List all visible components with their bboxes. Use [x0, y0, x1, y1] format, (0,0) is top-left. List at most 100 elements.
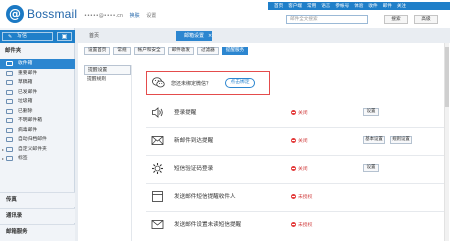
settings-link[interactable]: 设置	[146, 13, 156, 19]
folder-icon	[6, 70, 13, 76]
tab-mail-settings[interactable]: 邮箱设置	[176, 31, 212, 41]
folder-tags[interactable]: ▸ 标签	[0, 154, 75, 164]
brand-logo[interactable]: @ Bossmail	[6, 5, 77, 23]
folder-icon	[6, 137, 13, 142]
wechat-icon	[152, 77, 165, 88]
top-nav-item[interactable]: 关注	[397, 3, 406, 9]
off-icon	[291, 222, 296, 227]
divider	[146, 211, 446, 212]
reminder-left-nav: 提醒设置 提醒规则	[84, 65, 132, 241]
folder-icon	[6, 146, 13, 152]
settings-subtabs: 设置首页 常规 帐户和安全 邮件收发 过滤器 提醒服务	[84, 47, 249, 55]
compose-label: 写信	[17, 33, 28, 39]
close-tab-icon[interactable]: ×	[208, 31, 212, 41]
reminder-row-new-mail: 新邮件到达提醒 关闭 基本设置 规则设置	[146, 129, 446, 153]
status-badge: 关闭	[291, 165, 308, 172]
scrollbar-thumb[interactable]	[445, 47, 449, 107]
bind-wechat-button[interactable]: 点击绑定	[225, 78, 255, 88]
advanced-search-button[interactable]: 高级	[414, 15, 438, 24]
status-text: 关闭	[298, 167, 308, 172]
off-icon	[291, 110, 296, 115]
basic-settings-button[interactable]: 基本设置	[363, 136, 385, 144]
subtab-filters[interactable]: 过滤器	[196, 47, 219, 55]
rule-settings-button[interactable]: 规则设置	[390, 136, 412, 144]
folder-sent[interactable]: 已发邮件	[0, 88, 75, 98]
top-nav-item[interactable]: 收件	[368, 3, 377, 9]
folder-label: 已发邮件	[18, 89, 38, 95]
folder-important[interactable]: 重要邮件	[0, 69, 75, 79]
tab-home[interactable]: 首页	[76, 31, 112, 41]
folder-label: 自动归档邮件	[18, 137, 47, 142]
folder-drafts[interactable]: 草稿箱	[0, 78, 75, 88]
folder-label: 标签	[18, 156, 28, 161]
status-badge: 未授权	[291, 193, 312, 200]
folder-icon	[6, 127, 13, 133]
nav-reminder-rules[interactable]: 提醒规则	[84, 75, 131, 85]
top-nav-item[interactable]: 体验	[354, 3, 363, 9]
top-nav-item[interactable]: 参帐号	[335, 3, 349, 9]
top-nav-item[interactable]: 客户端	[288, 3, 302, 9]
subtab-send-receive[interactable]: 邮件收发	[167, 47, 194, 55]
reminder-row-unread-sms: 发送邮件设置未读短信提醒 未授权	[146, 213, 446, 237]
folder-unknown[interactable]: 不明邮件箱	[0, 116, 75, 126]
folder-label: 病毒邮件	[18, 127, 38, 133]
contacts-quick-button[interactable]: ▣	[57, 32, 72, 41]
login-settings-button[interactable]: 设置	[363, 108, 379, 116]
status-badge: 关闭	[291, 109, 308, 116]
folder-auto-archive[interactable]: 自动归档邮件	[0, 135, 75, 145]
folder-inbox[interactable]: 收件箱	[0, 59, 75, 69]
top-nav-item[interactable]: 常用	[307, 3, 316, 9]
expand-triangle-icon[interactable]: ▸	[2, 145, 4, 155]
reminder-title: 发送邮件短信提醒收件人	[174, 194, 236, 200]
reminder-row-sms-login: 短信验证码登录 关闭 设置	[146, 157, 446, 181]
search-button[interactable]: 搜索	[384, 15, 408, 24]
folder-spam[interactable]: 垃圾箱	[0, 97, 75, 107]
top-header: @ Bossmail •••••@••••.cn 换肤 设置 首页 客户端 常用…	[0, 0, 450, 28]
off-icon	[291, 138, 296, 143]
address-card-icon: ▣	[61, 33, 68, 40]
divider	[146, 155, 446, 156]
subtab-account-security[interactable]: 帐户和安全	[133, 47, 165, 55]
speaker-icon	[152, 107, 163, 118]
divider	[146, 183, 446, 184]
folder-icon	[6, 80, 13, 85]
top-nav-item[interactable]: 邮件	[383, 3, 392, 9]
top-nav-item[interactable]: 语言	[321, 3, 330, 9]
folder-custom[interactable]: ▸ 自定义邮件夹	[0, 145, 75, 155]
search-input[interactable]: 邮件全文搜索	[286, 15, 368, 24]
subtab-settings-home[interactable]: 设置首页	[84, 47, 111, 55]
folder-label: 不明邮件箱	[18, 118, 42, 123]
reminder-title: 短信验证码登录	[174, 166, 214, 172]
switch-skin-link[interactable]: 换肤	[130, 13, 140, 19]
main-scrollbar[interactable]	[444, 43, 449, 241]
window-icon	[152, 191, 163, 202]
top-nav-item[interactable]: 首页	[274, 3, 283, 9]
expand-triangle-icon[interactable]: ▸	[2, 154, 4, 164]
reminder-title: 新邮件到达提醒	[174, 138, 214, 144]
sidebar: ✎ 写信 ▣ 邮件夹 收件箱 重要邮件 草稿箱 已发邮件 垃圾箱 已删除 不明邮…	[0, 28, 75, 241]
account-bar: •••••@••••.cn 换肤 设置	[84, 12, 161, 19]
reminder-row-login: 登录提醒 关闭 设置	[146, 101, 446, 125]
subtab-general[interactable]: 常规	[113, 47, 131, 55]
compose-button[interactable]: ✎ 写信	[2, 32, 53, 41]
folder-label: 收件箱	[18, 61, 33, 66]
folder-icon	[6, 118, 13, 123]
off-icon	[291, 194, 296, 199]
status-text: 关闭	[298, 139, 308, 144]
settings-panel: 设置首页 常规 帐户和安全 邮件收发 过滤器 提醒服务 提醒设置 提醒规则 您还…	[78, 43, 450, 241]
subtab-reminder-service[interactable]: 提醒服务	[221, 47, 249, 55]
mail-send-icon	[151, 220, 164, 229]
sms-login-settings-button[interactable]: 设置	[363, 164, 379, 172]
tag-icon	[6, 156, 13, 161]
status-text: 未授权	[298, 223, 313, 228]
folder-icon	[6, 108, 13, 114]
sidebar-mail-services[interactable]: 邮箱服务	[0, 224, 75, 241]
sidebar-contacts[interactable]: 通讯录	[0, 208, 75, 223]
folder-label: 已删除	[18, 108, 33, 114]
folder-virus[interactable]: 病毒邮件	[0, 126, 75, 136]
folder-label: 自定义邮件夹	[18, 146, 47, 152]
sidebar-fax[interactable]: 传真	[0, 192, 75, 207]
folder-label: 重要邮件	[18, 70, 38, 76]
folder-deleted[interactable]: 已删除	[0, 107, 75, 117]
nav-reminder-settings[interactable]: 提醒设置	[84, 65, 131, 75]
